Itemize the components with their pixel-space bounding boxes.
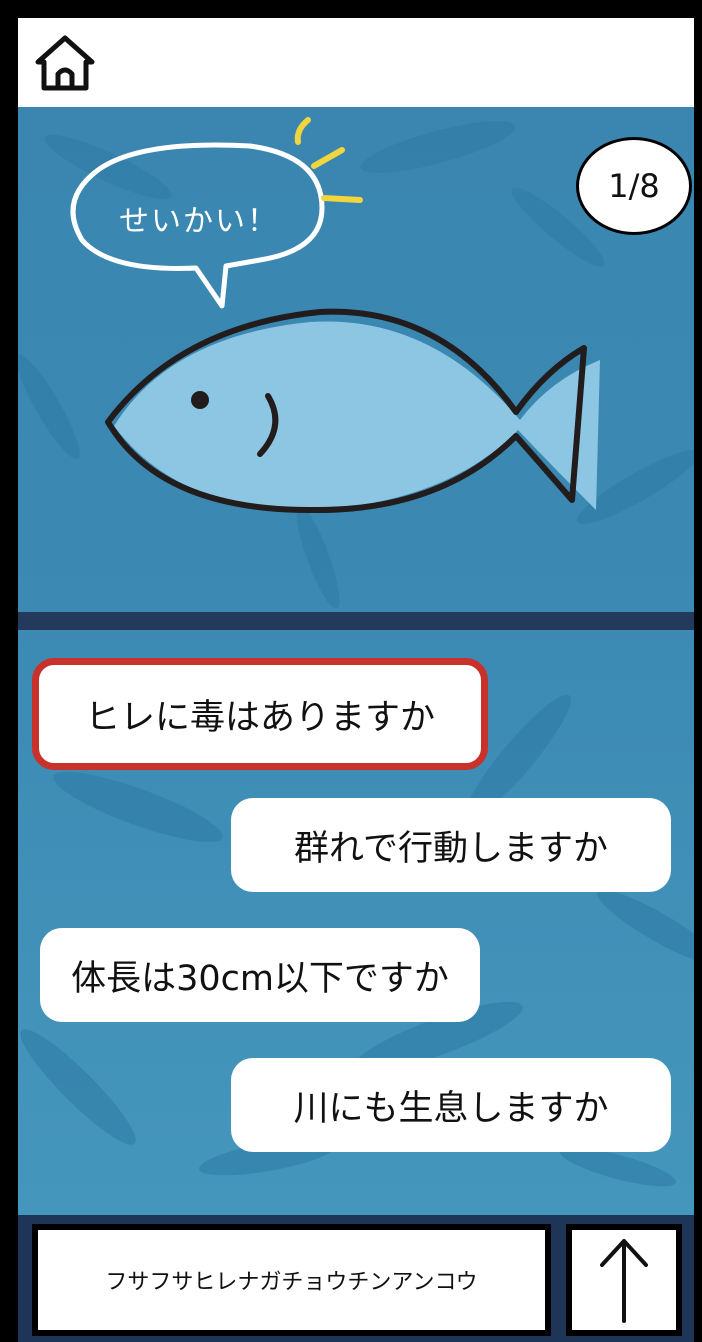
answer-input[interactable]: フサフサヒレナガチョウチンアンコウ <box>32 1224 551 1336</box>
feedback-text: せいかい！ <box>119 204 279 239</box>
home-icon <box>35 35 95 91</box>
submit-button[interactable] <box>566 1224 682 1336</box>
question-button-river-habitat[interactable]: 川にも生息しますか <box>231 1058 671 1152</box>
header-bar <box>18 18 694 107</box>
question-button-fin-venom[interactable]: ヒレに毒はありますか <box>32 658 488 770</box>
fish-eye-icon <box>191 391 209 409</box>
home-button[interactable] <box>34 32 96 94</box>
sparkle-lines-icon <box>294 117 363 203</box>
question-button-schooling[interactable]: 群れで行動しますか <box>231 798 671 892</box>
arrow-up-icon <box>600 1239 648 1323</box>
answer-text: フサフサヒレナガチョウチンアンコウ <box>105 1270 478 1295</box>
question-counter: 1/8 <box>576 137 692 235</box>
question-label: 群れで行動しますか <box>294 828 608 869</box>
question-label: 体長は30cm以下ですか <box>71 958 449 999</box>
fish-character <box>105 308 600 514</box>
question-button-body-length[interactable]: 体長は30cm以下ですか <box>40 928 480 1022</box>
section-divider <box>18 612 694 630</box>
question-label: ヒレに毒はありますか <box>84 697 435 738</box>
question-label: 川にも生息しますか <box>293 1088 609 1129</box>
